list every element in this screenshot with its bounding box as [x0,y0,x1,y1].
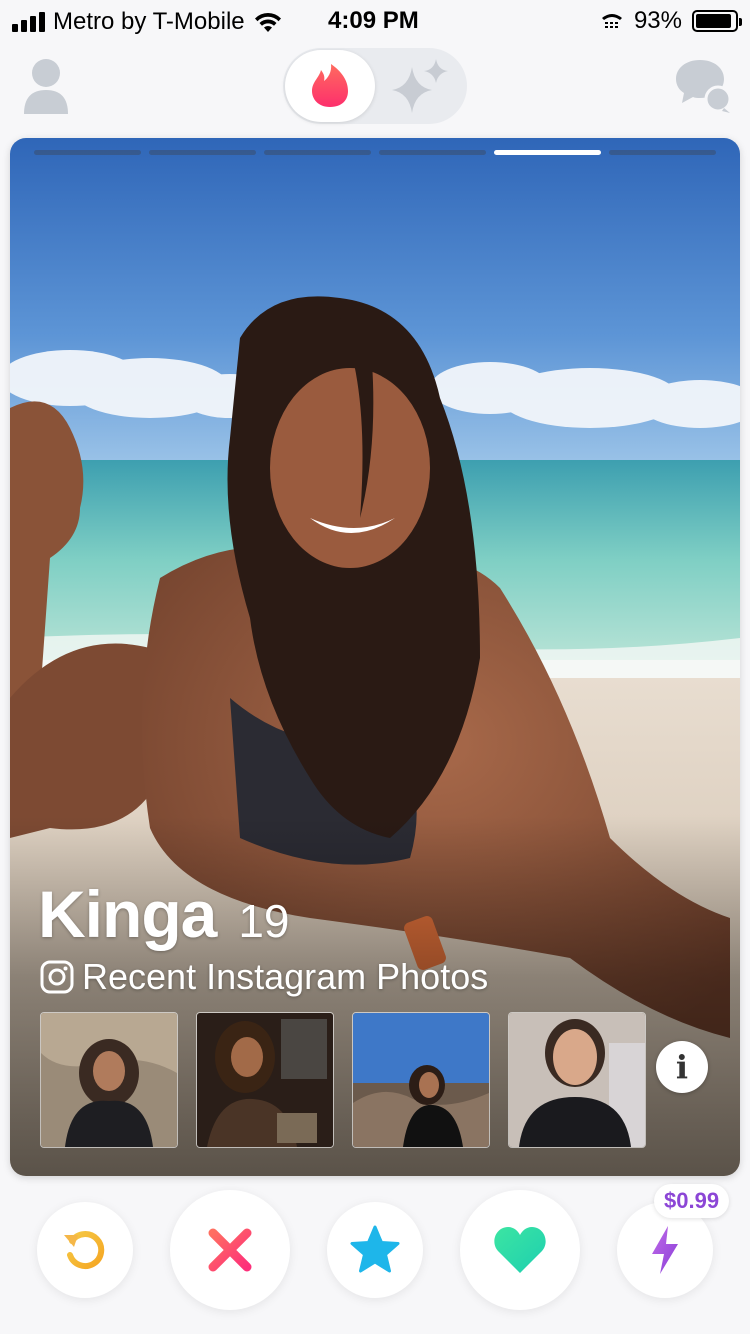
rewind-button[interactable] [37,1202,133,1298]
chat-bubbles-icon [676,60,732,113]
carrier-group: Metro by T-Mobile [12,8,283,36]
progress-segment[interactable] [264,150,371,155]
instagram-thumbnail[interactable] [40,1012,178,1148]
clock: 4:09 PM [328,7,419,34]
progress-segment[interactable] [379,150,486,155]
progress-segment[interactable] [609,150,716,155]
instagram-icon [40,960,74,994]
carrier-name: Metro by T-Mobile [53,8,245,35]
person-icon [24,59,68,114]
tty-icon [601,14,622,28]
profile-age: 19 [238,895,290,947]
name-row: Kinga 19 [38,876,290,952]
instagram-thumbnails [40,1012,646,1148]
instagram-thumbnail[interactable] [508,1012,646,1148]
instagram-thumbnail[interactable] [196,1012,334,1148]
nope-button[interactable] [170,1190,290,1310]
mode-toggle [283,48,467,124]
progress-segment[interactable] [149,150,256,155]
tab-swipe[interactable] [285,50,375,122]
status-bar: Metro by T-Mobile 4:09 PM 93% [0,0,750,42]
boost-price-badge: $0.99 [654,1184,730,1218]
tab-explore[interactable] [381,50,461,122]
battery-percent: 93% [633,7,682,34]
action-bar: $0.99 [0,1184,750,1334]
flame-icon [312,64,348,107]
super-like-button[interactable] [327,1202,423,1298]
like-button[interactable] [460,1190,580,1310]
top-nav [0,42,750,132]
profile-card[interactable]: Kinga 19 Recent Instagram Photos i [10,138,740,1176]
thumbnail-photo [197,1013,333,1147]
wifi-icon [254,12,281,32]
battery-fill [696,14,732,28]
x-icon [208,1228,252,1272]
battery-icon [692,10,742,32]
sparkle-icon [392,59,448,113]
rewind-icon [64,1231,105,1270]
progress-segment-active[interactable] [494,150,601,155]
lightning-icon [652,1226,678,1274]
progress-segment[interactable] [34,150,141,155]
thumbnail-photo [509,1013,645,1147]
thumbnail-photo [353,1013,489,1147]
info-button[interactable]: i [656,1041,708,1093]
heart-icon [494,1227,546,1273]
photo-progress [34,150,716,156]
signal-strength-icon [12,12,45,32]
profile-button[interactable] [20,56,72,116]
instagram-thumbnail[interactable] [352,1012,490,1148]
status-right-group: 93% [600,7,742,35]
messages-button[interactable] [674,58,732,114]
instagram-section-title: Recent Instagram Photos [40,956,488,998]
profile-name: Kinga [38,877,217,951]
star-icon [350,1225,400,1273]
thumbnail-photo [41,1013,177,1147]
instagram-label: Recent Instagram Photos [82,956,489,997]
